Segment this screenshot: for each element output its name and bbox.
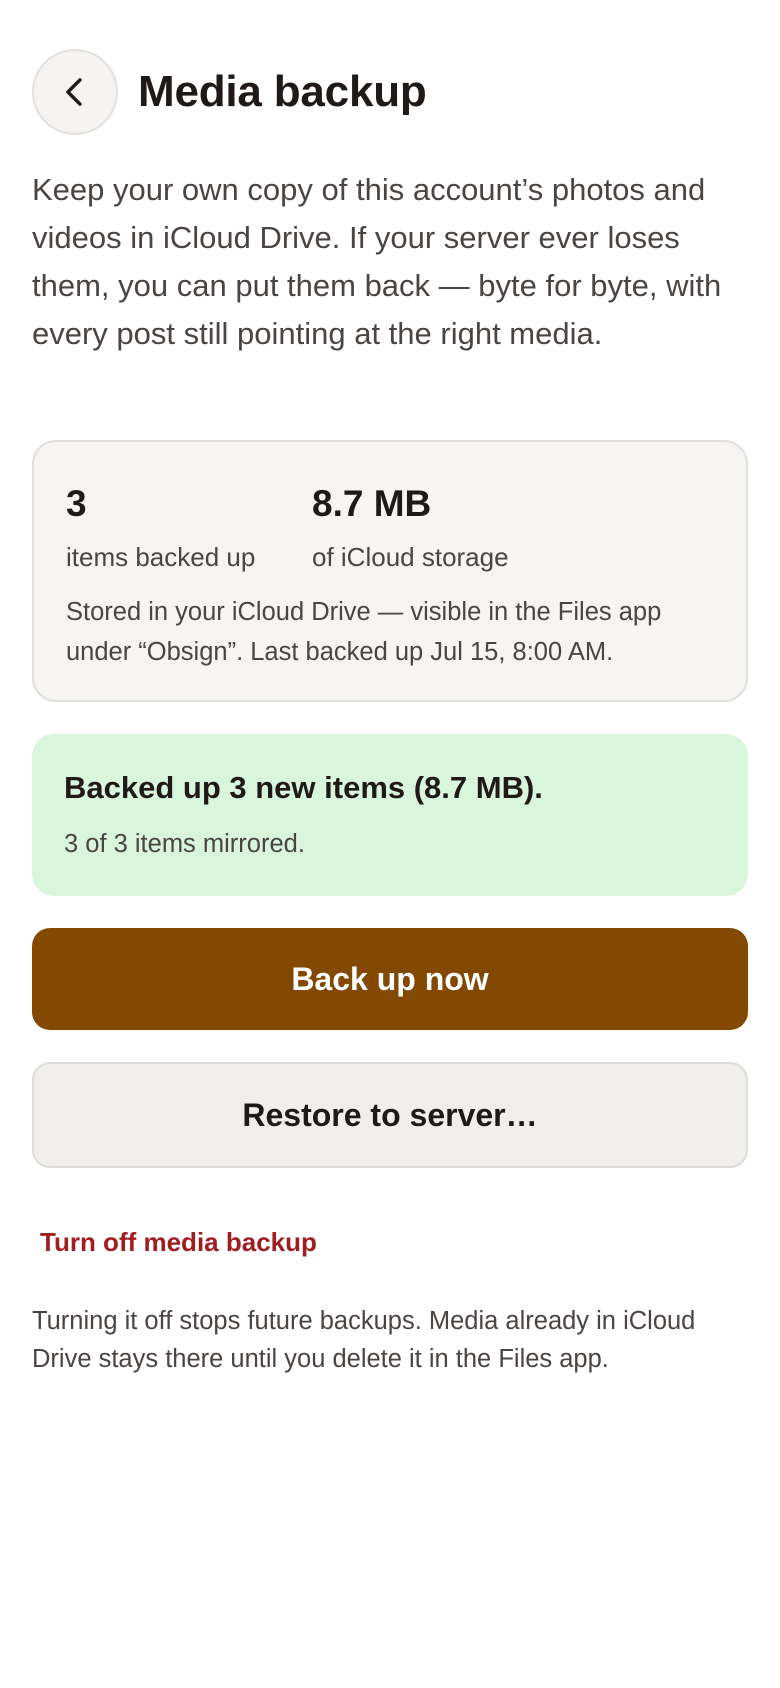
storage-stat: 8.7 MB of iCloud storage [312, 480, 509, 574]
items-stat: 3 items backed up [66, 480, 255, 574]
back-button[interactable] [32, 49, 118, 135]
chevron-left-icon [66, 78, 82, 106]
items-label: items backed up [66, 542, 256, 572]
backup-status-banner: Backed up 3 new items (8.7 MB). 3 of 3 i… [32, 734, 748, 896]
turn-off-footnote: Turning it off stops future backups. Med… [32, 1307, 696, 1373]
storage-note: Stored in your iCloud Drive — visible in… [66, 598, 662, 666]
header: Media backup [32, 48, 427, 136]
page-title: Media backup [138, 67, 427, 116]
intro-text: Keep your own copy of this account’s pho… [32, 172, 722, 351]
turn-off-backup-link[interactable]: Turn off media backup [40, 1224, 317, 1260]
status-subtitle: 3 of 3 items mirrored. [64, 830, 305, 858]
media-backup-screen: Media backup Keep your own copy of this … [0, 0, 780, 1688]
restore-to-server-button[interactable]: Restore to server… [32, 1062, 748, 1168]
backup-stats-card: 3 items backed up 8.7 MB of iCloud stora… [32, 440, 748, 702]
storage-label: of iCloud storage [312, 542, 509, 572]
storage-size: 8.7 MB [312, 483, 432, 524]
back-up-now-button[interactable]: Back up now [32, 928, 748, 1030]
status-title: Backed up 3 new items (8.7 MB). [64, 770, 543, 805]
items-count: 3 [66, 483, 87, 524]
